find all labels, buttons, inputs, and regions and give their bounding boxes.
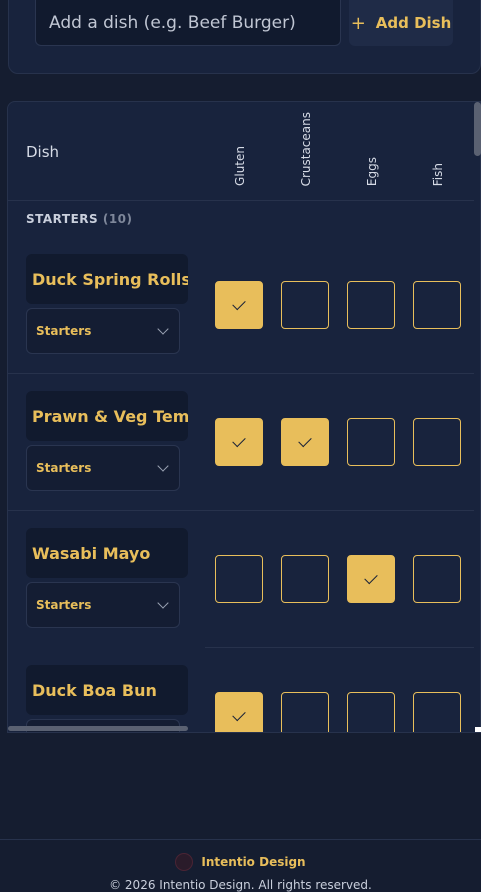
allergen-checkbox-gluten[interactable] [215,418,263,466]
column-header-gluten: Gluten [233,146,247,186]
plus-icon: + [350,12,366,34]
allergen-checkbox-fish[interactable] [413,555,461,603]
allergen-checkbox-eggs[interactable] [347,555,395,603]
dish-name-field[interactable]: Duck Boa Bun [26,665,188,715]
dish-column-header: Dish [26,143,60,161]
table-row: Prawn & Veg Temp Starters [8,374,474,511]
category-select[interactable]: Starters [26,582,180,628]
category-select-label: Starters [36,324,92,338]
allergen-matrix: Dish Gluten Crustaceans Eggs Fish STARTE… [7,101,481,733]
column-header-crustaceans: Crustaceans [299,111,313,186]
vertical-scrollbar[interactable] [474,102,481,156]
allergen-checkbox-gluten[interactable] [215,692,263,732]
brand-logo-icon [175,853,194,871]
allergen-checkbox-crustaceans[interactable] [281,692,329,732]
dish-name-input[interactable] [35,0,341,46]
check-icon [232,707,246,722]
footer: Intentio Design © 2026 Intentio Design. … [0,839,481,892]
check-icon [298,433,312,448]
chevron-down-icon [157,323,169,335]
add-dish-button[interactable]: + Add Dish [349,0,453,46]
scroll-corner [475,727,481,732]
category-select[interactable]: Starters [26,308,180,354]
add-dish-label: Add Dish [375,14,452,32]
allergen-checkbox-gluten[interactable] [215,555,263,603]
category-select[interactable]: Starters [26,445,180,491]
section-title: STARTERS (10) [26,212,133,226]
allergen-checkbox-fish[interactable] [413,281,461,329]
allergen-checkbox-eggs[interactable] [347,281,395,329]
allergen-checkbox-eggs[interactable] [347,692,395,732]
check-icon [232,433,246,448]
category-select-label: Starters [36,598,92,612]
chevron-down-icon [157,597,169,609]
allergen-checkbox-crustaceans[interactable] [281,281,329,329]
allergen-checkbox-crustaceans[interactable] [281,418,329,466]
section-count: (10) [102,212,133,226]
table-row: Duck Spring Rolls Starters [8,237,474,374]
allergen-checkbox-fish[interactable] [413,692,461,732]
table-row: Duck Boa BunStarters [8,648,474,732]
table-row: Wasabi Mayo Starters [8,511,474,648]
allergen-checkbox-eggs[interactable] [347,418,395,466]
allergen-checkbox-gluten[interactable] [215,281,263,329]
allergen-checkbox-fish[interactable] [413,418,461,466]
dish-name-field[interactable]: Duck Spring Rolls [26,254,188,304]
footer-brand: Intentio Design [201,855,306,869]
dish-name-field[interactable]: Wasabi Mayo [26,528,188,578]
allergen-checkbox-crustaceans[interactable] [281,555,329,603]
table-header: Dish Gluten Crustaceans Eggs Fish [8,102,474,201]
chevron-down-icon [157,460,169,472]
check-icon [232,296,246,311]
check-icon [364,570,378,585]
category-select-label: Starters [36,461,92,475]
copyright-text: © 2026 Intentio Design. All rights reser… [109,878,372,892]
horizontal-scrollbar[interactable] [8,726,188,731]
column-header-fish: Fish [431,162,445,186]
dish-name-field[interactable]: Prawn & Veg Temp [26,391,188,441]
column-header-eggs: Eggs [365,156,379,186]
